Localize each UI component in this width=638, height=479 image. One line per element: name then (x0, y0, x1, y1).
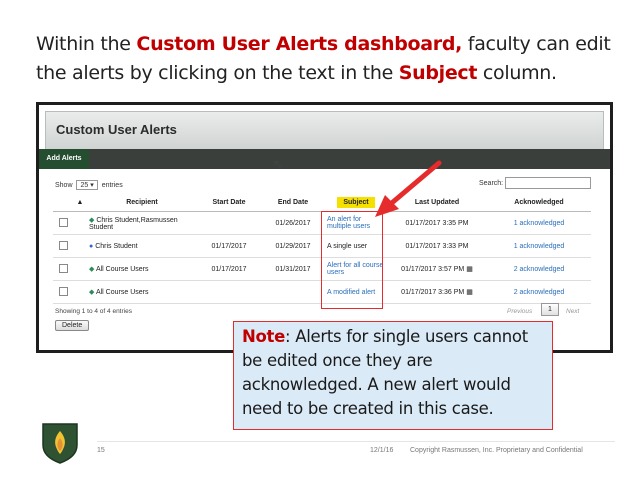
rasmussen-logo-icon (42, 423, 78, 464)
last-updated-text: 01/17/2017 3:57 PM (401, 266, 465, 273)
acknowledged-link[interactable]: 2 acknowledged (514, 266, 565, 273)
checkbox-icon (58, 263, 68, 273)
recipient-text: All Course Users (95, 266, 149, 273)
recipient-cell: ◆ All Course Users (87, 257, 197, 281)
acknowledged-link[interactable]: 2 acknowledged (514, 289, 565, 296)
end-date-cell: 01/26/2017 (261, 211, 325, 235)
pagination-next[interactable]: Next (566, 308, 579, 315)
acknowledged-link[interactable]: 1 acknowledged (514, 243, 565, 250)
intro-highlight-subject: Subject (398, 62, 478, 84)
recipient-text: Chris Student,Rasmussen Student (89, 216, 178, 231)
search-label: Search: (479, 180, 504, 187)
footer-copyright: Copyright Rasmussen, Inc. Proprietary an… (410, 447, 583, 454)
last-updated-cell: 01/17/2017 3:33 PM (387, 234, 487, 258)
intro-highlight-dashboard: Custom User Alerts dashboard, (136, 33, 463, 55)
delete-button[interactable]: Delete (55, 320, 90, 331)
show-label: Show (55, 182, 73, 189)
recipient-cell: ◆ Chris Student,Rasmussen Student (87, 211, 197, 235)
entries-label: entries (101, 182, 123, 189)
end-date-cell: 01/29/2017 (261, 234, 325, 258)
mouse-cursor-icon: ⇖ (273, 157, 284, 171)
pagination-previous[interactable]: Previous (507, 308, 532, 315)
acknowledged-cell: 2 acknowledged (487, 257, 591, 281)
dashboard-screenshot: Custom User Alerts Add Alerts ⇖ Show 25 … (36, 102, 613, 353)
start-date-cell (197, 280, 261, 304)
leaf-icon: ◆ (89, 266, 95, 273)
col-header-start-date[interactable]: Start Date (197, 193, 261, 212)
col-header-recipient[interactable]: Recipient (87, 193, 197, 212)
row-spacer (73, 234, 87, 258)
footer-divider (97, 441, 615, 442)
intro-part3: column. (477, 62, 557, 84)
acknowledged-cell: 2 acknowledged (487, 280, 591, 304)
recipient-cell: ● Chris Student (87, 234, 197, 258)
table-header-row: ▲ Recipient Start Date End Date Subject … (53, 193, 591, 212)
footer-page-number: 15 (97, 447, 105, 454)
acknowledged-cell: 1 acknowledged (487, 234, 591, 258)
start-date-cell: 01/17/2017 (197, 234, 261, 258)
entries-select[interactable]: 25 ▾ (76, 180, 98, 190)
checkbox-icon (58, 240, 68, 250)
recipient-text: All Course Users (95, 289, 149, 296)
showing-entries-text: Showing 1 to 4 of 4 entries (55, 308, 132, 315)
last-updated-cell: 01/17/2017 3:57 PM ▦ (387, 257, 487, 281)
start-date-cell (197, 211, 261, 235)
calendar-icon: ▦ (466, 266, 473, 273)
last-updated-cell: 01/17/2017 3:36 PM ▦ (387, 280, 487, 304)
end-date-cell: 01/31/2017 (261, 257, 325, 281)
entries-select-value: 25 (80, 182, 89, 189)
row-spacer (73, 257, 87, 281)
checkbox-icon (58, 217, 68, 227)
last-updated-text: 01/17/2017 3:36 PM (401, 289, 465, 296)
end-date-cell (261, 280, 325, 304)
row-checkbox[interactable] (53, 211, 73, 235)
leaf-icon: ◆ (89, 289, 95, 296)
pagination-page-1[interactable]: 1 (541, 303, 559, 316)
col-header-end-date[interactable]: End Date (261, 193, 325, 212)
col-header-sort[interactable]: ▲ (73, 193, 87, 212)
recipient-cell: ◆ All Course Users (87, 280, 197, 304)
calendar-icon: ▦ (466, 289, 473, 296)
search-input[interactable] (505, 177, 591, 189)
add-alerts-button[interactable]: Add Alerts (39, 149, 89, 169)
toolbar (39, 149, 610, 169)
footer-date: 12/1/16 (370, 447, 394, 454)
col-header-acknowledged[interactable]: Acknowledged (487, 193, 591, 212)
recipient-text: Chris Student (95, 242, 138, 250)
row-checkbox[interactable] (53, 280, 73, 304)
person-icon: ● (89, 242, 94, 250)
note-text: : Alerts for single users cannot be edit… (242, 327, 528, 418)
row-spacer (73, 211, 87, 235)
row-checkbox[interactable] (53, 234, 73, 258)
intro-part1: Within the (36, 33, 137, 55)
row-spacer (73, 280, 87, 304)
callout-arrow-icon (375, 160, 442, 217)
dashboard-title: Custom User Alerts (56, 122, 177, 137)
note-label: Note (242, 327, 286, 346)
intro-text: Within the Custom User Alerts dashboard,… (36, 30, 616, 88)
col-header-select (53, 193, 73, 212)
show-entries-control: Show 25 ▾ entries (55, 180, 123, 190)
row-checkbox[interactable] (53, 257, 73, 281)
acknowledged-cell: 1 acknowledged (487, 211, 591, 235)
acknowledged-link[interactable]: 1 acknowledged (514, 220, 565, 227)
start-date-cell: 01/17/2017 (197, 257, 261, 281)
leaf-icon: ◆ (89, 216, 95, 224)
dashboard-header: Custom User Alerts (45, 111, 604, 151)
note-callout: Note: Alerts for single users cannot be … (233, 321, 553, 430)
checkbox-icon (58, 286, 68, 296)
